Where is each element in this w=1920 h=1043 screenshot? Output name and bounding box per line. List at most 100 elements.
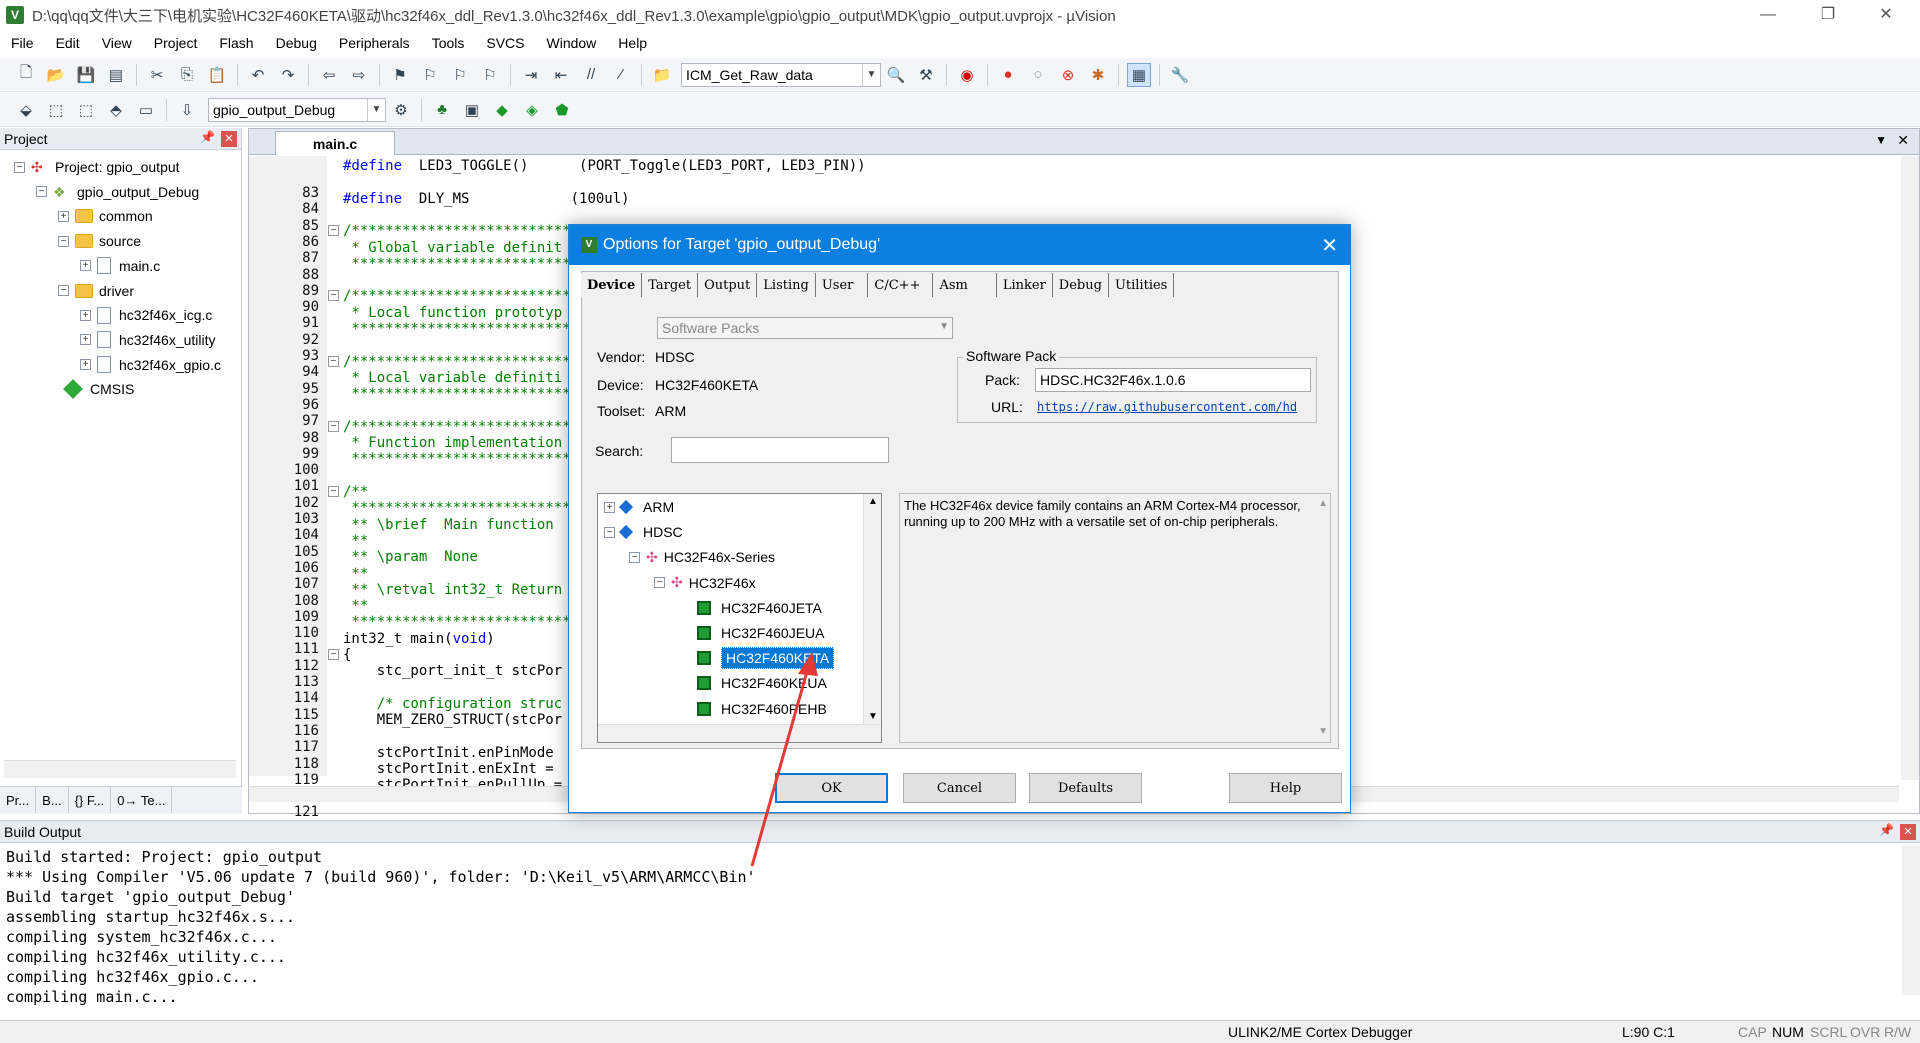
tab-project[interactable]: Pr... [0,787,37,813]
start-debug-icon[interactable]: ◉ [955,63,979,87]
help-button[interactable]: Help [1229,773,1342,803]
expand-icon[interactable]: + [80,334,91,346]
chevron-down-icon[interactable]: ▼ [862,63,880,86]
prev-bookmark-icon[interactable]: ⚐ [418,63,442,87]
device-tree-item[interactable]: HC32F460KEUA [679,671,827,695]
breakpoint-icon[interactable]: ● [996,63,1020,87]
pack-url-link[interactable]: https://raw.githubusercontent.com/hd [1037,400,1309,416]
fold-toggle-icon[interactable]: − [328,486,339,497]
menu-edit[interactable]: Edit [45,35,91,51]
device-tree-hscrollbar[interactable] [598,724,881,742]
select-packs-icon[interactable]: ▣ [460,98,484,122]
project-tree-item[interactable]: + hc32f46x_icg.c [80,303,212,327]
collapse-icon[interactable]: − [604,526,615,538]
stop-build-icon[interactable]: ▭ [134,98,158,122]
tab-asm[interactable]: Asm [933,273,997,297]
menu-file[interactable]: File [0,35,45,51]
clear-bookmarks-icon[interactable]: ⚐ [478,63,502,87]
tab-main-c[interactable]: main.c [275,131,395,155]
close-icon[interactable]: ✕ [221,131,237,147]
cut-icon[interactable]: ✂ [145,63,169,87]
device-tree-item-selected[interactable]: HC32F460KETA [679,646,835,670]
translate-icon[interactable]: ⬙ [14,98,38,122]
device-tree-item[interactable]: HC32F460JETA [679,596,822,620]
restore-button[interactable]: ❐ [1800,0,1856,30]
device-tree-item[interactable]: + ARM [604,495,674,519]
uncomment-icon[interactable]: ⁄ [609,63,633,87]
manage-project-items-icon[interactable]: ♣ [430,98,454,122]
menu-tools[interactable]: Tools [421,35,476,51]
menu-view[interactable]: View [91,35,143,51]
collapse-icon[interactable]: − [14,161,25,173]
device-tree-item[interactable]: HC32F460PEHB [679,697,827,721]
editor-vscrollbar[interactable] [1901,156,1919,780]
collapse-icon[interactable]: − [58,285,69,296]
run-time-environment-icon[interactable]: ⬟ [550,98,574,122]
scroll-up-icon[interactable]: ▲ [868,496,878,507]
device-tree[interactable]: + ARM − HDSC − ✣ HC32F46x-Series − ✣ HC32F46x HC32… [597,493,882,743]
next-bookmark-icon[interactable]: ⚐ [448,63,472,87]
close-window-button[interactable]: ✕ [1858,0,1914,30]
incremental-find-icon[interactable]: ⚒ [914,63,938,87]
collapse-icon[interactable]: − [58,235,69,247]
expand-icon[interactable]: + [58,210,69,222]
build-icon[interactable]: ⬚ [44,98,68,122]
kill-breakpoints-icon[interactable]: ⊗ [1056,63,1080,87]
find-icon[interactable]: 🔍 [884,63,908,87]
tab-utilities[interactable]: Utilities [1108,273,1175,297]
menu-help[interactable]: Help [607,35,658,51]
tab-functions[interactable]: {} F... [69,787,112,813]
expand-icon[interactable]: + [80,309,91,321]
software-packs-select[interactable]: Software Packs ▼ [657,317,953,339]
tab-linker[interactable]: Linker [996,273,1053,297]
configure-icon[interactable]: ✱ [1086,63,1110,87]
bookmark-icon[interactable]: ⚑ [388,63,412,87]
chevron-down-icon[interactable]: ▼ [939,321,949,332]
project-tree-item[interactable]: + common [58,204,153,228]
device-tree-item[interactable]: − HDSC [604,520,683,544]
menu-peripherals[interactable]: Peripherals [328,35,421,51]
tab-debug[interactable]: Debug [1052,273,1109,297]
project-hscrollbar[interactable] [4,760,236,778]
project-tree-item[interactable]: − source [58,229,141,253]
tab-user[interactable]: User [815,273,869,297]
tab-output[interactable]: Output [698,273,758,297]
save-all-icon[interactable]: ▤ [104,63,128,87]
download-icon[interactable]: ⇩ [175,98,199,122]
device-tree-item[interactable]: HC32F460JEUA [679,621,825,645]
chevron-down-icon[interactable]: ▼ [367,98,385,121]
tab-device[interactable]: Device [581,273,643,297]
find-in-files-icon[interactable]: 📁 [650,63,674,87]
fold-toggle-icon[interactable]: − [328,290,339,302]
tab-listing[interactable]: Listing [757,273,816,297]
project-tree-item[interactable]: + hc32f46x_gpio.c [80,353,221,377]
device-search-input[interactable] [671,437,889,463]
tab-target[interactable]: Target [642,273,699,297]
nav-back-icon[interactable]: ⇦ [317,63,341,87]
redo-icon[interactable]: ↷ [276,63,300,87]
menu-project[interactable]: Project [143,35,209,51]
nav-forward-icon[interactable]: ⇨ [347,63,371,87]
unindent-icon[interactable]: ⇤ [549,63,573,87]
open-file-icon[interactable]: 📂 [44,63,68,87]
ok-button[interactable]: OK [775,773,888,803]
menu-svcs[interactable]: SVCS [475,35,535,51]
fold-toggle-icon[interactable]: − [328,420,339,432]
manage-rte-icon[interactable]: ◈ [520,98,544,122]
find-combo[interactable]: ICM_Get_Raw_data ▼ [681,62,881,87]
build-vscrollbar[interactable] [1902,845,1920,995]
close-icon[interactable]: ✕ [1897,132,1909,149]
tab-list-icon[interactable]: ▼ [1875,133,1887,147]
close-icon[interactable]: ✕ [1321,233,1338,258]
expand-icon[interactable]: + [80,359,91,371]
undo-icon[interactable]: ↶ [246,63,270,87]
scroll-down-icon[interactable]: ▼ [1318,724,1328,740]
close-icon[interactable]: ✕ [1900,824,1916,840]
device-tree-item[interactable]: − ✣ HC32F46x-Series [629,545,775,569]
new-file-icon[interactable]: 🗋 [14,63,38,87]
rebuild-icon[interactable]: ⬚ [74,98,98,122]
scroll-down-icon[interactable]: ▼ [868,711,878,722]
collapse-icon[interactable]: − [654,577,665,589]
project-tree-item[interactable]: − ✣ Project: gpio_output [14,155,180,179]
project-tree-item[interactable]: − driver [58,279,134,303]
